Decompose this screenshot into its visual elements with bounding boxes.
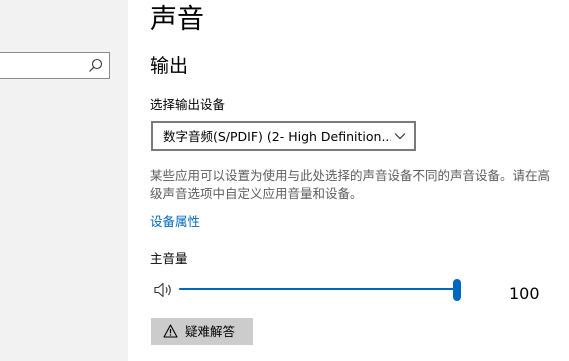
selected-output-device: 数字音频(S/PDIF) (2- High Definition... — [163, 129, 391, 144]
warning-icon — [163, 324, 178, 338]
master-volume-label: 主音量 — [150, 251, 188, 266]
output-device-dropdown[interactable]: 数字音频(S/PDIF) (2- High Definition... — [151, 121, 416, 151]
chevron-down-icon — [394, 133, 406, 140]
output-description: 某些应用可以设置为使用与此处选择的声音设备不同的声音设备。请在高级声音选项中自定… — [150, 168, 551, 201]
volume-slider-thumb[interactable] — [453, 279, 461, 301]
speaker-icon[interactable] — [153, 281, 175, 299]
search-icon[interactable] — [87, 57, 104, 74]
page-title: 声音 — [150, 4, 204, 35]
device-properties-link[interactable]: 设备属性 — [150, 213, 200, 231]
troubleshoot-button[interactable]: 疑难解答 — [151, 318, 253, 345]
search-input[interactable] — [0, 52, 110, 79]
output-section-heading: 输出 — [150, 55, 189, 77]
output-device-label: 选择输出设备 — [150, 97, 226, 112]
volume-value: 100 — [509, 284, 540, 303]
volume-slider-track — [179, 288, 457, 290]
master-volume-slider[interactable] — [179, 279, 465, 301]
troubleshoot-label: 疑难解答 — [185, 324, 236, 339]
navigation-pane — [0, 0, 128, 361]
